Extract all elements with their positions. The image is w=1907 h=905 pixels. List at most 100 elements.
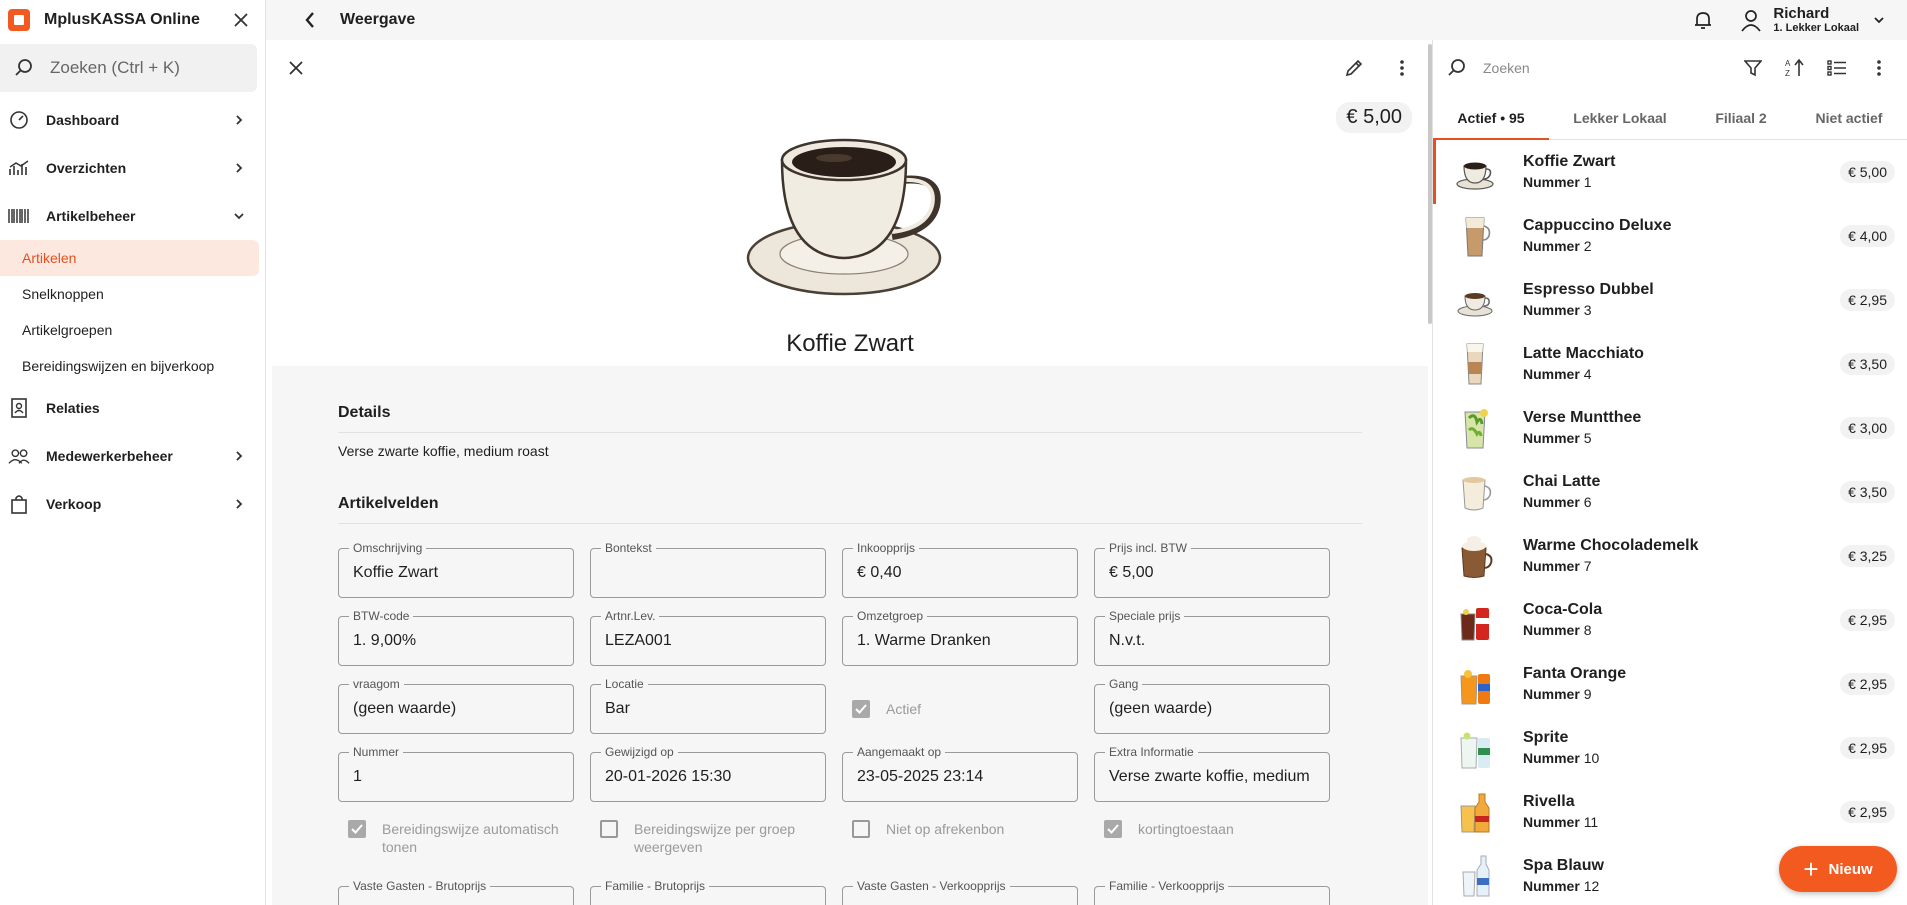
extra-informatie-field[interactable]: Extra Informatie Verse zwarte koffie, med…: [1094, 745, 1330, 802]
sidebar-subitem-artikelgroepen[interactable]: Artikelgroepen: [0, 312, 265, 348]
auto-preparation-checkbox[interactable]: Bereidingswijze automatisch tonen: [338, 820, 574, 856]
list-search-input[interactable]: Zoeken: [1483, 60, 1739, 76]
list-more-button[interactable]: [1865, 54, 1893, 82]
barcode-icon: [8, 205, 30, 227]
field-label: vraagom: [349, 677, 404, 691]
app-name: MplusKASSA Online: [44, 11, 200, 28]
locatie-field[interactable]: Locatie Bar: [590, 677, 826, 734]
field-label: BTW-code: [349, 609, 414, 623]
list-item-price: € 2,95: [1840, 737, 1895, 759]
tab-niet-actief[interactable]: Niet actief: [1791, 96, 1907, 139]
preparation-per-group-checkbox[interactable]: Bereidingswijze per groep weergeven: [590, 820, 826, 856]
field-label: Artnr.Lev.: [601, 609, 660, 623]
nummer-field[interactable]: Nummer 1: [338, 745, 574, 802]
list-item-text: Koffie Zwart Nummer 1: [1523, 152, 1840, 192]
number-value: 3: [1583, 302, 1592, 318]
notifications-button[interactable]: [1689, 6, 1717, 34]
number-value: 9: [1583, 686, 1592, 702]
list-item-number: Nummer 2: [1523, 236, 1840, 256]
vraagom-field[interactable]: vraagom (geen waarde): [338, 677, 574, 734]
familie-verkoopprijs-field[interactable]: Familie - Verkoopprijs: [1094, 879, 1330, 905]
sidebar-item-verkoop[interactable]: Verkoop: [0, 480, 265, 528]
btw-code-field[interactable]: BTW-code 1. 9,00%: [338, 609, 574, 666]
field-value: 1. 9,00%: [353, 632, 417, 649]
artnr-lev-field[interactable]: Artnr.Lev. LEZA001: [590, 609, 826, 666]
list-view-icon: [1827, 60, 1846, 76]
search-icon: [15, 59, 32, 76]
gang-field[interactable]: Gang (geen waarde): [1094, 677, 1330, 734]
filter-icon: [1744, 60, 1762, 77]
list-item[interactable]: Fanta Orange Nummer 9 € 2,95: [1433, 652, 1907, 716]
close-detail-button[interactable]: [282, 54, 310, 82]
tab-lekker-lokaal[interactable]: Lekker Lokaal: [1549, 96, 1691, 139]
more-options-button[interactable]: [1388, 54, 1416, 82]
filter-button[interactable]: [1739, 54, 1767, 82]
sidebar-subitem-bereidingswijzen[interactable]: Bereidingswijzen en bijverkoop: [0, 348, 265, 384]
view-list-button[interactable]: [1823, 54, 1851, 82]
sidebar-subitem-artikelen[interactable]: Artikelen: [0, 240, 259, 276]
sidebar-subitem-snelknoppen[interactable]: Snelknoppen: [0, 276, 265, 312]
list-item[interactable]: Coca-Cola Nummer 8 € 2,95: [1433, 588, 1907, 652]
list-item[interactable]: Warme Chocolademelk Nummer 7 € 3,25: [1433, 524, 1907, 588]
list-item-text: Espresso Dubbel Nummer 3: [1523, 280, 1840, 320]
actief-checkbox[interactable]: Actief: [842, 684, 1078, 734]
list-item[interactable]: Rivella Nummer 11 € 2,95: [1433, 780, 1907, 844]
close-sidebar-button[interactable]: [227, 6, 255, 34]
field-value: € 0,40: [857, 564, 902, 581]
speciale-prijs-field[interactable]: Speciale prijs N.v.t.: [1094, 609, 1330, 666]
list-item-text: Fanta Orange Nummer 9: [1523, 664, 1840, 704]
sidebar-item-relaties[interactable]: Relaties: [0, 384, 265, 432]
fields-heading: Artikelvelden: [338, 477, 1362, 524]
sidebar-item-medewerkerbeheer[interactable]: Medewerkerbeheer: [0, 432, 265, 480]
sidebar-item-dashboard[interactable]: Dashboard: [0, 96, 265, 144]
hot-chocolate-mug-icon: [1455, 530, 1495, 582]
edit-button[interactable]: [1340, 54, 1368, 82]
number-label: Nummer: [1523, 814, 1580, 830]
field-label: Familie - Brutoprijs: [601, 879, 710, 893]
sidebar-item-label: Artikelbeheer: [46, 208, 136, 224]
close-icon: [234, 13, 248, 27]
familie-brutoprijs-field[interactable]: Familie - Brutoprijs: [590, 879, 826, 905]
list-item-price: € 2,95: [1840, 609, 1895, 631]
list-item[interactable]: Espresso Dubbel Nummer 3 € 2,95: [1433, 268, 1907, 332]
list-tabs: Actief • 95 Lekker Lokaal Filiaal 2 Niet…: [1433, 96, 1907, 140]
omzetgroep-field[interactable]: Omzetgroep 1. Warme Dranken: [842, 609, 1078, 666]
list-item[interactable]: Koffie Zwart Nummer 1 € 5,00: [1433, 140, 1907, 204]
sidebar-item-label: Medewerkerbeheer: [46, 448, 173, 464]
list-item[interactable]: Cappuccino Deluxe Nummer 2 € 4,00: [1433, 204, 1907, 268]
sidebar-item-label: Dashboard: [46, 112, 120, 128]
discount-allowed-checkbox[interactable]: kortingtoestaan: [1094, 820, 1330, 856]
list-item-text: Latte Macchiato Nummer 4: [1523, 344, 1840, 384]
sidebar-search-input[interactable]: Zoeken (Ctrl + K): [0, 44, 257, 92]
user-menu[interactable]: Richard 1. Lekker Lokaal: [1739, 5, 1885, 35]
list-item[interactable]: Latte Macchiato Nummer 4 € 3,50: [1433, 332, 1907, 396]
aangemaakt-op-field[interactable]: Aangemaakt op 23-05-2025 23:14: [842, 745, 1078, 802]
back-button[interactable]: [292, 2, 328, 38]
not-on-receipt-checkbox[interactable]: Niet op afrekenbon: [842, 820, 1078, 856]
field-label: Omzetgroep: [853, 609, 928, 623]
field-value: Verse zwarte koffie, medium roast: [1109, 768, 1315, 785]
number-value: 5: [1583, 430, 1592, 446]
field-value: Bar: [605, 700, 630, 717]
omschrijving-field[interactable]: Omschrijving Koffie Zwart: [338, 541, 574, 598]
vaste-gasten-verkoopprijs-field[interactable]: Vaste Gasten - Verkoopprijs: [842, 879, 1078, 905]
field-label: Omschrijving: [349, 541, 427, 555]
inkoopprijs-field[interactable]: Inkoopprijs € 0,40: [842, 541, 1078, 598]
sidebar-item-overzichten[interactable]: Overzichten: [0, 144, 265, 192]
sort-button[interactable]: AZ: [1781, 54, 1809, 82]
bontekst-field[interactable]: Bontekst: [590, 541, 826, 598]
tab-actief[interactable]: Actief • 95: [1433, 96, 1549, 140]
list-item[interactable]: Verse Muntthee Nummer 5 € 3,00: [1433, 396, 1907, 460]
list-item[interactable]: Chai Latte Nummer 6 € 3,50: [1433, 460, 1907, 524]
number-label: Nummer: [1523, 430, 1580, 446]
sidebar-item-artikelbeheer[interactable]: Artikelbeheer: [0, 192, 265, 240]
tab-filiaal-2[interactable]: Filiaal 2: [1691, 96, 1791, 139]
checkmark-icon: [1107, 824, 1119, 834]
new-article-button[interactable]: + Nieuw: [1779, 846, 1897, 892]
list-item[interactable]: Sprite Nummer 10 € 2,95: [1433, 716, 1907, 780]
number-label: Nummer: [1523, 558, 1580, 574]
gewijzigd-op-field[interactable]: Gewijzigd op 20-01-2026 15:30: [590, 745, 826, 802]
prijs-incl-btw-field[interactable]: Prijs incl. BTW € 5,00: [1094, 541, 1330, 598]
list-item-name: Verse Muntthee: [1523, 409, 1642, 426]
vaste-gasten-brutoprijs-field[interactable]: Vaste Gasten - Brutoprijs: [338, 879, 574, 905]
